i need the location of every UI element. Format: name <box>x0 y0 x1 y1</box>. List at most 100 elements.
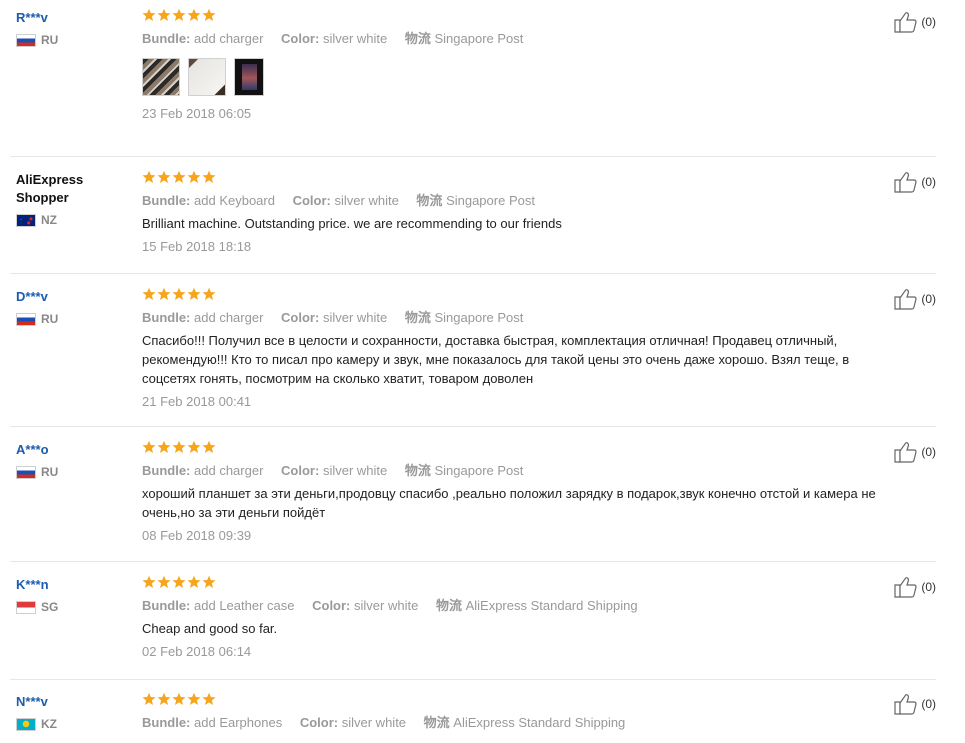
review-item: R***v RU Bundle: add charger Color: silv… <box>10 6 936 157</box>
shipping-value: AliExpress Standard Shipping <box>465 598 638 613</box>
reviewer-info: R***v RU <box>16 6 126 48</box>
bundle-value: add charger <box>194 463 264 478</box>
color-label: Color: <box>281 310 320 325</box>
review-text: Brilliant machine. Outstanding price. we… <box>142 216 562 231</box>
reviewer-name[interactable]: R***v <box>16 9 126 27</box>
reviewer-info: N***v KZ <box>16 690 126 732</box>
review-item: D***v RU Bundle: add charger Color: silv… <box>10 285 936 427</box>
shipping-value: Singapore Post <box>434 463 524 478</box>
thumbs-up-icon <box>894 12 917 33</box>
order-info: Bundle: add charger Color: silver white … <box>142 309 862 327</box>
shipping-value: Singapore Post <box>434 310 524 325</box>
star-rating <box>142 575 862 593</box>
review-body: Bundle: add Earphones Color: silver whit… <box>142 690 862 732</box>
review-item: AliExpress Shopper NZ Bundle: add Keyboa… <box>10 168 936 274</box>
star-icon <box>157 8 171 21</box>
reviewer-name: AliExpress Shopper <box>16 172 84 205</box>
bundle-value: add Earphones <box>194 715 283 730</box>
color-label: Color: <box>281 31 320 46</box>
star-icon <box>142 8 156 21</box>
review-photo-thumbnail[interactable] <box>188 58 226 96</box>
russia-flag-icon <box>16 312 36 326</box>
reviewer-info: K***n SG <box>16 573 126 615</box>
thumbs-up-icon <box>894 172 917 193</box>
star-icon <box>157 287 171 300</box>
thumbs-up-icon <box>894 694 917 715</box>
star-icon <box>172 8 186 21</box>
star-icon <box>157 440 171 453</box>
helpful-count: (0) <box>921 15 936 29</box>
star-icon <box>157 170 171 183</box>
helpful-count: (0) <box>921 175 936 189</box>
color-value: silver white <box>322 463 388 478</box>
helpful-count: (0) <box>921 580 936 594</box>
star-icon <box>172 287 186 300</box>
star-rating <box>142 440 862 458</box>
thumbs-up-icon <box>894 289 917 310</box>
review-photo-thumbnail[interactable] <box>142 58 180 96</box>
star-rating <box>142 8 862 26</box>
star-icon <box>157 575 171 588</box>
helpful-count: (0) <box>921 292 936 306</box>
review-date: 21 Feb 2018 00:41 <box>142 394 252 409</box>
review-photos <box>142 58 862 100</box>
review-date: 02 Feb 2018 06:14 <box>142 644 252 659</box>
reviewer-name[interactable]: N***v <box>16 693 126 711</box>
review-body: Bundle: add Leather case Color: silver w… <box>142 573 862 661</box>
helpful-button[interactable]: (0) <box>894 441 936 463</box>
helpful-button[interactable]: (0) <box>894 576 936 598</box>
kazakhstan-flag-icon <box>16 717 36 731</box>
new-zealand-flag-icon <box>16 213 36 227</box>
star-icon <box>187 440 201 453</box>
order-info: Bundle: add charger Color: silver white … <box>142 462 862 480</box>
bundle-value: add charger <box>194 31 264 46</box>
review-body: Bundle: add charger Color: silver white … <box>142 6 862 123</box>
reviewer-country: RU <box>16 464 126 480</box>
review-body: Bundle: add charger Color: silver white … <box>142 285 862 411</box>
country-code: RU <box>41 312 59 326</box>
star-icon <box>142 692 156 705</box>
country-code: KZ <box>41 717 57 731</box>
reviewer-name[interactable]: K***n <box>16 576 126 594</box>
order-info: Bundle: add Earphones Color: silver whit… <box>142 714 862 732</box>
bundle-label: Bundle: <box>142 31 191 46</box>
helpful-button[interactable]: (0) <box>894 693 936 715</box>
order-info: Bundle: add charger Color: silver white … <box>142 30 862 48</box>
star-icon <box>142 440 156 453</box>
review-item: N***v KZ Bundle: add Earphones Color: si… <box>10 690 936 743</box>
star-icon <box>202 575 216 588</box>
color-value: silver white <box>341 715 407 730</box>
star-icon <box>142 170 156 183</box>
reviewer-info: AliExpress Shopper NZ <box>16 168 126 228</box>
country-code: NZ <box>41 213 57 227</box>
star-icon <box>202 287 216 300</box>
shipping-value: Singapore Post <box>446 193 535 208</box>
star-rating <box>142 287 862 305</box>
shipping-label: 物流 <box>404 31 431 46</box>
shipping-label: 物流 <box>404 310 431 325</box>
color-label: Color: <box>292 193 331 208</box>
star-icon <box>202 692 216 705</box>
color-value: silver white <box>354 598 419 613</box>
helpful-button[interactable]: (0) <box>894 288 936 310</box>
star-icon <box>202 440 216 453</box>
singapore-flag-icon <box>16 600 36 614</box>
star-icon <box>142 287 156 300</box>
bundle-label: Bundle: <box>142 715 191 730</box>
reviewer-name[interactable]: A***o <box>16 441 126 459</box>
country-code: RU <box>41 465 59 479</box>
star-icon <box>187 170 201 183</box>
helpful-count: (0) <box>921 445 936 459</box>
helpful-button[interactable]: (0) <box>894 11 936 33</box>
bundle-label: Bundle: <box>142 463 191 478</box>
review-photo-thumbnail[interactable] <box>234 58 264 96</box>
star-icon <box>202 8 216 21</box>
reviewer-name[interactable]: D***v <box>16 288 126 306</box>
color-label: Color: <box>299 715 339 730</box>
star-icon <box>172 170 186 183</box>
country-code: RU <box>41 33 59 47</box>
star-icon <box>187 692 201 705</box>
russia-flag-icon <box>16 465 36 479</box>
shipping-label: 物流 <box>423 715 450 730</box>
helpful-button[interactable]: (0) <box>894 171 936 193</box>
